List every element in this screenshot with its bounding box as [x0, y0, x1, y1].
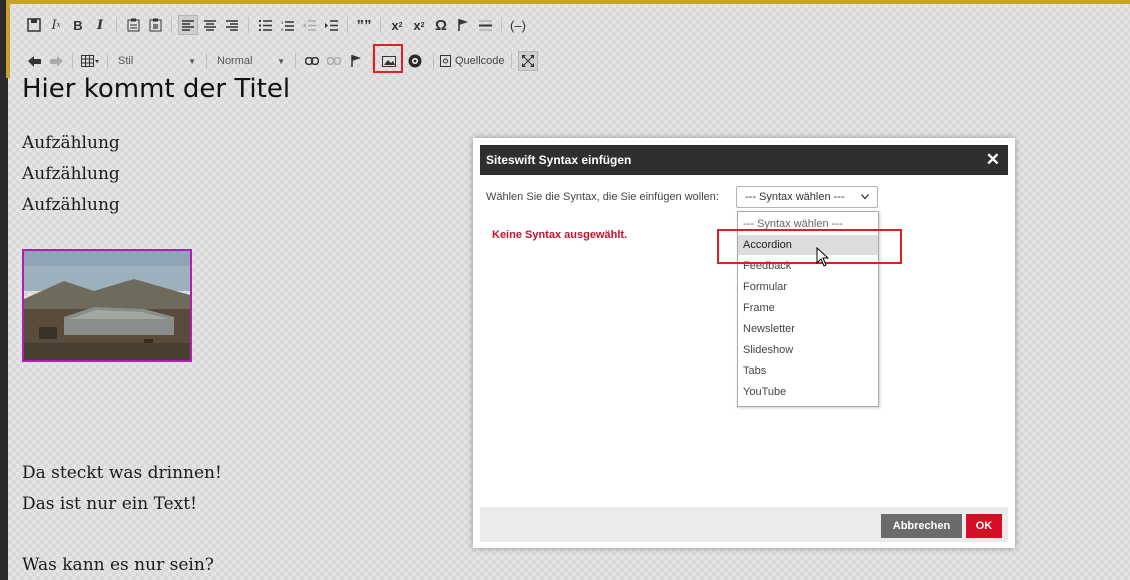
list-item: Aufzählung [22, 195, 120, 215]
undo-icon[interactable] [24, 51, 44, 71]
table-icon[interactable] [79, 51, 101, 71]
dialog-footer: Abbrechen OK [480, 507, 1008, 542]
source-doc-icon [440, 55, 451, 67]
align-right-icon[interactable] [222, 15, 242, 35]
horizontal-rule-icon[interactable] [475, 15, 495, 35]
svg-text:1: 1 [281, 20, 284, 25]
accordion-highlight [717, 229, 902, 264]
error-message: Keine Syntax ausgewählt. [492, 229, 628, 241]
numbered-list-icon[interactable]: 12 [277, 15, 297, 35]
maximize-icon[interactable] [517, 51, 538, 71]
italic-icon[interactable]: I [90, 15, 110, 35]
chevron-down-icon: ▼ [188, 56, 196, 66]
mouse-pointer-icon [816, 247, 830, 267]
anchor-flag-icon[interactable] [453, 15, 473, 35]
list-item[interactable]: Newsletter [738, 319, 878, 339]
bold-icon[interactable]: B [68, 15, 88, 35]
camp-photo-icon [24, 251, 190, 360]
paste-text-icon[interactable] [123, 15, 143, 35]
toolbar-row-2: Stil ▼ Normal ▼ Quellcode [24, 50, 538, 72]
blockquote-icon[interactable]: ”” [354, 15, 374, 35]
style-combo-label: Stil [118, 55, 134, 67]
align-left-icon[interactable] [178, 15, 198, 35]
source-button-label: Quellcode [455, 55, 505, 67]
left-edge-bar [0, 0, 8, 580]
ok-button[interactable]: OK [966, 514, 1002, 538]
content-image[interactable] [22, 249, 192, 362]
toolbar-separator [295, 53, 296, 69]
chevron-down-icon: ▼ [277, 56, 285, 66]
toolbar-separator [171, 17, 172, 33]
source-button[interactable]: Quellcode [440, 51, 505, 71]
close-icon[interactable]: ✕ [986, 150, 1000, 170]
toolbar-separator [433, 53, 434, 69]
syntax-select-label: Wählen Sie die Syntax, die Sie einfügen … [486, 191, 719, 203]
dialog-title: Siteswift Syntax einfügen [486, 153, 632, 167]
superscript-icon[interactable]: x2 [409, 15, 429, 35]
paragraph: Das ist nur ein Text! [22, 494, 197, 514]
syntax-select-value: --- Syntax wählen --- [745, 191, 845, 203]
paragraph: Da steckt was drinnen! [22, 463, 222, 483]
list-item: Aufzählung [22, 164, 120, 184]
toolbar-separator [248, 17, 249, 33]
list-item[interactable]: Frame [738, 298, 878, 318]
save-icon[interactable] [24, 15, 44, 35]
paste-word-icon[interactable] [145, 15, 165, 35]
anchor-flag-icon[interactable] [346, 51, 366, 71]
list-item[interactable]: YouTube [738, 382, 878, 402]
list-item[interactable]: Formular [738, 277, 878, 297]
redo-icon[interactable] [46, 51, 66, 71]
list-item[interactable]: Tabs [738, 361, 878, 381]
subscript-icon[interactable]: x2 [387, 15, 407, 35]
toolbar-separator [501, 17, 502, 33]
link-icon[interactable] [302, 51, 322, 71]
toolbar-separator [347, 17, 348, 33]
format-combo[interactable]: Normal ▼ [213, 51, 289, 71]
outdent-icon[interactable] [299, 15, 319, 35]
toolbar-separator [72, 53, 73, 69]
plugin-button-highlight [373, 44, 403, 73]
dialog-header: Siteswift Syntax einfügen ✕ [480, 145, 1008, 175]
toolbar-separator [510, 53, 512, 69]
list-item: Aufzählung [22, 133, 120, 153]
toolbar-separator [206, 53, 207, 69]
format-combo-label: Normal [217, 55, 253, 67]
paragraph: Was kann es nur sein? [22, 555, 214, 575]
svg-text:2: 2 [281, 27, 284, 31]
remove-format-icon[interactable]: Ix [46, 15, 66, 35]
syntax-select[interactable]: --- Syntax wählen --- [736, 186, 878, 208]
toolbar-row-1: Ix B I 12 ”” x2 x2 Ω (–) [24, 14, 528, 36]
toolbar-separator [107, 53, 108, 69]
align-center-icon[interactable] [200, 15, 220, 35]
page-title: Hier kommt der Titel [22, 74, 291, 104]
list-item[interactable]: Slideshow [738, 340, 878, 360]
special-char-icon[interactable]: Ω [431, 15, 451, 35]
toolbar-accent-edge [6, 0, 10, 78]
toolbar-separator [116, 17, 117, 33]
cancel-button[interactable]: Abbrechen [881, 514, 962, 538]
syntax-plugin-icon[interactable] [405, 51, 425, 71]
unlink-icon[interactable] [324, 51, 344, 71]
indent-icon[interactable] [321, 15, 341, 35]
style-combo[interactable]: Stil ▼ [114, 51, 200, 71]
toolbar-separator [380, 17, 381, 33]
placeholder-icon[interactable]: (–) [508, 15, 528, 35]
top-accent-bar [0, 0, 1130, 4]
bulleted-list-icon[interactable] [255, 15, 275, 35]
chevron-down-icon [861, 191, 869, 203]
